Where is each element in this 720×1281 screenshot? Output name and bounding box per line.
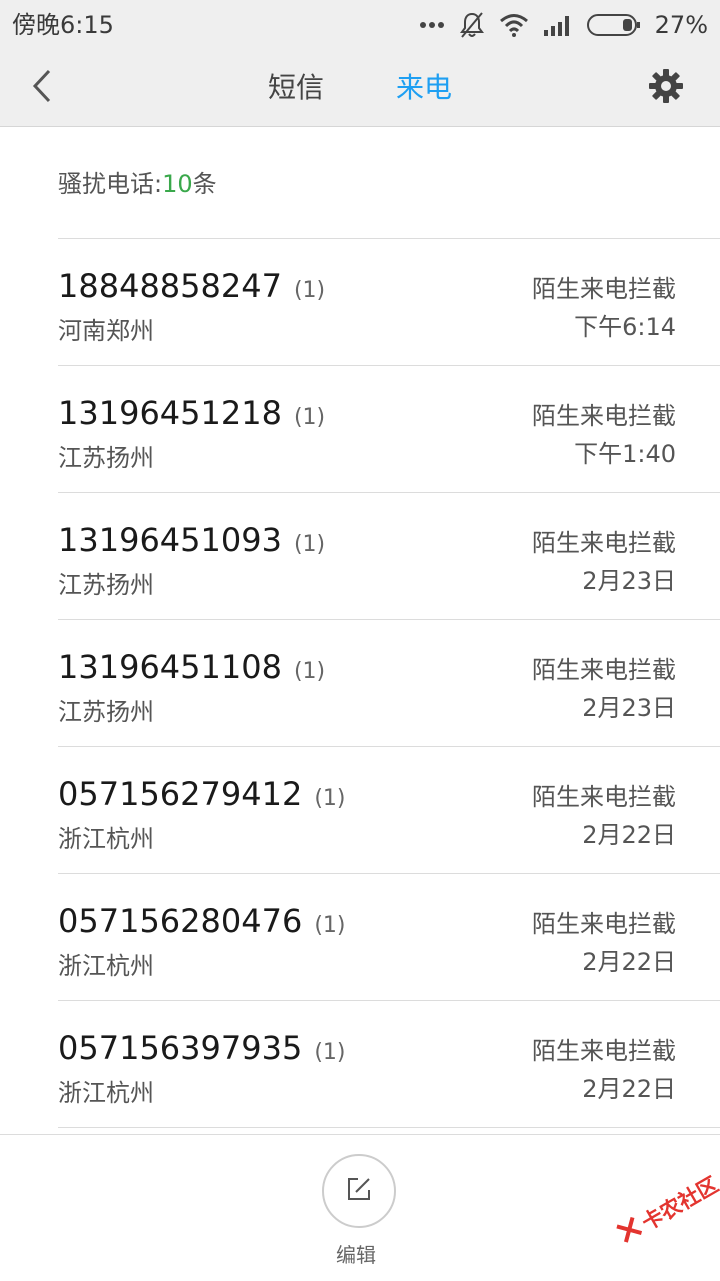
phone-number: 057156279412 xyxy=(58,775,303,813)
call-count: (1) xyxy=(293,278,326,303)
call-location: 浙江杭州 xyxy=(58,952,154,980)
call-list-item[interactable]: 057156280476 (1) 浙江杭州 陌生来电拦截 2月22日 xyxy=(58,874,720,1001)
wifi-icon xyxy=(499,13,529,37)
blocked-call-list: 18848858247 (1) 河南郑州 陌生来电拦截 下午6:14 13196… xyxy=(58,239,720,1128)
phone-number: 13196451218 xyxy=(58,394,282,432)
tab-sms[interactable]: 短信 xyxy=(268,70,324,106)
edit-icon xyxy=(345,1175,373,1207)
call-location: 浙江杭州 xyxy=(58,825,154,853)
call-count: (1) xyxy=(314,913,346,938)
block-type: 陌生来电拦截 xyxy=(532,656,676,684)
call-location: 江苏扬州 xyxy=(58,571,154,599)
phone-number: 18848858247 xyxy=(58,267,282,305)
chevron-left-icon xyxy=(31,68,53,108)
bottom-action-bar: 编辑 xyxy=(0,1134,720,1281)
block-type: 陌生来电拦截 xyxy=(532,275,676,303)
call-location: 江苏扬州 xyxy=(58,698,154,726)
call-count: (1) xyxy=(314,1040,346,1065)
call-count: (1) xyxy=(293,405,326,430)
phone-number: 057156280476 xyxy=(58,902,303,940)
tab-calls[interactable]: 来电 xyxy=(396,70,452,106)
block-type: 陌生来电拦截 xyxy=(532,783,676,811)
call-time: 下午1:40 xyxy=(574,440,676,468)
call-time: 下午6:14 xyxy=(574,313,676,341)
call-location: 江苏扬州 xyxy=(58,444,154,472)
status-time: 傍晚6:15 xyxy=(12,11,114,39)
call-location: 浙江杭州 xyxy=(58,1079,154,1107)
summary-label: 骚扰电话: xyxy=(58,170,163,198)
call-time: 2月22日 xyxy=(582,948,676,976)
call-time: 2月23日 xyxy=(582,567,676,595)
phone-number: 057156397935 xyxy=(58,1029,303,1067)
summary-count: 10 xyxy=(162,170,193,198)
status-bar: 傍晚6:15 27% xyxy=(0,0,720,50)
call-list-item[interactable]: 18848858247 (1) 河南郑州 陌生来电拦截 下午6:14 xyxy=(58,239,720,366)
phone-number: 13196451093 xyxy=(58,521,282,559)
call-location: 河南郑州 xyxy=(58,317,154,345)
call-list-item[interactable]: 13196451093 (1) 江苏扬州 陌生来电拦截 2月23日 xyxy=(58,493,720,620)
edit-button[interactable] xyxy=(322,1154,396,1228)
gear-icon xyxy=(648,68,684,108)
call-count: (1) xyxy=(293,659,326,684)
signal-icon xyxy=(543,13,573,37)
block-type: 陌生来电拦截 xyxy=(532,1037,676,1065)
call-list-item[interactable]: 13196451108 (1) 江苏扬州 陌生来电拦截 2月23日 xyxy=(58,620,720,747)
bell-off-icon xyxy=(459,11,485,39)
edit-label: 编辑 xyxy=(336,1243,376,1267)
call-count: (1) xyxy=(293,532,326,557)
call-time: 2月23日 xyxy=(582,694,676,722)
call-count: (1) xyxy=(314,786,346,811)
settings-button[interactable] xyxy=(646,68,686,108)
battery-icon xyxy=(586,13,641,37)
summary-unit: 条 xyxy=(192,170,217,198)
phone-number: 13196451108 xyxy=(58,648,282,686)
call-list-item[interactable]: 057156279412 (1) 浙江杭州 陌生来电拦截 2月22日 xyxy=(58,747,720,874)
harass-call-summary: 骚扰电话:10条 xyxy=(58,168,217,200)
block-type: 陌生来电拦截 xyxy=(532,910,676,938)
more-dots-icon xyxy=(419,21,445,29)
title-bar: 短信 来电 xyxy=(0,50,720,127)
battery-percent: 27% xyxy=(654,11,708,39)
call-list-item[interactable]: 13196451218 (1) 江苏扬州 陌生来电拦截 下午1:40 xyxy=(58,366,720,493)
call-time: 2月22日 xyxy=(582,821,676,849)
block-type: 陌生来电拦截 xyxy=(532,529,676,557)
block-type: 陌生来电拦截 xyxy=(532,402,676,430)
call-time: 2月22日 xyxy=(582,1075,676,1103)
call-list-item[interactable]: 057156397935 (1) 浙江杭州 陌生来电拦截 2月22日 xyxy=(58,1001,720,1128)
back-button[interactable] xyxy=(20,66,64,110)
status-icons: 27% xyxy=(419,8,708,42)
